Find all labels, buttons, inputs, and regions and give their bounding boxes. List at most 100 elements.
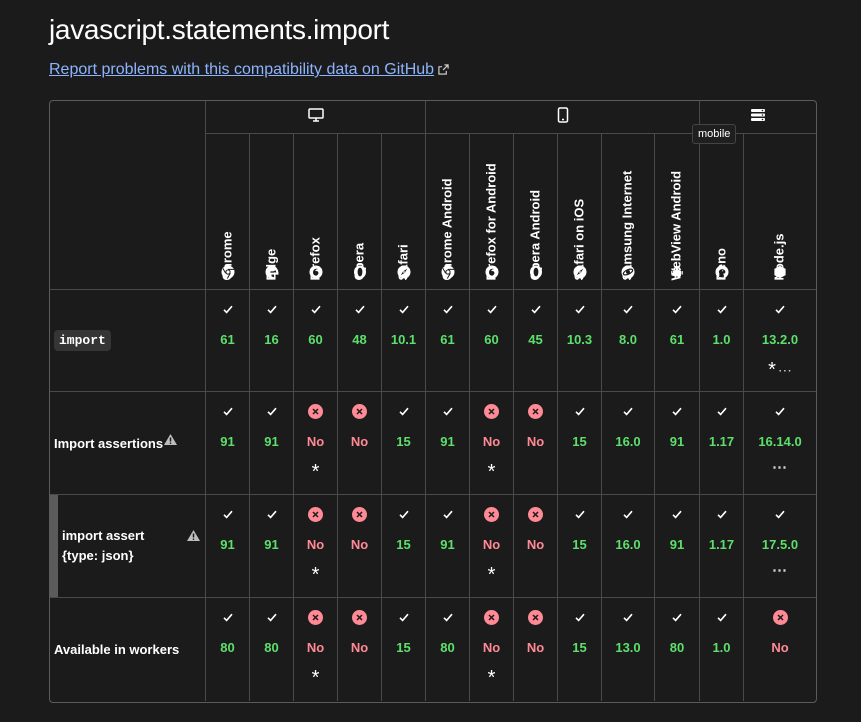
support-cell[interactable]: 61 [205, 289, 249, 391]
check-icon [672, 611, 682, 624]
support-cell[interactable]: 45 [513, 289, 557, 391]
desktop-icon [307, 107, 324, 127]
support-cell[interactable]: 15 [557, 391, 601, 494]
support-cell[interactable]: 91 [654, 391, 699, 494]
report-problems-link[interactable]: Report problems with this compatibility … [49, 61, 449, 79]
support-cell[interactable]: 16.0 [601, 391, 654, 494]
support-cell[interactable]: No [513, 597, 557, 701]
support-cell[interactable]: 13.0 [601, 597, 654, 701]
support-cell[interactable]: No * [469, 494, 513, 597]
support-cell[interactable]: 10.3 [557, 289, 601, 391]
version-label: No [350, 640, 369, 655]
support-cell[interactable]: No * [469, 597, 513, 701]
support-cell[interactable]: 17.5.0 ⋯ [743, 494, 816, 597]
browser-name: Samsung Internet [619, 170, 635, 281]
support-cell[interactable]: 61 [654, 289, 699, 391]
support-cell[interactable]: 1.0 [699, 597, 743, 701]
version-label: 60 [484, 332, 499, 347]
support-cell[interactable]: 13.2.0 * ⋯ [743, 289, 816, 391]
support-cell[interactable]: No [337, 597, 381, 701]
support-cell[interactable]: No [337, 391, 381, 494]
support-cell[interactable]: No * [293, 391, 337, 494]
browser-name: Opera [351, 242, 366, 281]
support-cell[interactable]: 60 [469, 289, 513, 391]
footnote-marker: * [487, 461, 496, 483]
check-icon [530, 303, 541, 316]
support-cell[interactable]: 91 [249, 494, 293, 597]
browser-header-node-js: Node.js [743, 133, 816, 289]
version-label: No [306, 434, 325, 449]
version-label: 16.0 [615, 434, 641, 449]
support-cell[interactable]: 91 [425, 494, 469, 597]
support-cell[interactable]: 60 [293, 289, 337, 391]
support-cell[interactable]: 1.17 [699, 494, 743, 597]
support-cell[interactable]: 91 [205, 391, 249, 494]
cross-icon [528, 610, 543, 625]
footnote-marker: * [311, 461, 320, 483]
check-icon [354, 303, 365, 316]
version-label: 13.2.0 [761, 332, 799, 347]
browser-name: Safari on iOS [571, 198, 586, 281]
support-cell[interactable]: 15 [557, 597, 601, 701]
support-cell[interactable]: No * [293, 494, 337, 597]
version-label: 80 [220, 640, 235, 655]
browser-name: Firefox for Android [483, 163, 498, 281]
check-icon [442, 303, 453, 316]
support-cell[interactable]: No [513, 391, 557, 494]
version-label: 80 [669, 640, 685, 655]
support-cell[interactable]: 91 [654, 494, 699, 597]
subfeature-indicator [50, 495, 58, 597]
support-cell[interactable]: 1.17 [699, 391, 743, 494]
browser-header-webview-android: WebView Android [654, 133, 699, 289]
browser-name: Opera Android [527, 189, 542, 281]
check-icon [623, 611, 633, 624]
check-icon [574, 405, 585, 418]
support-cell[interactable]: 16.14.0 ⋯ [743, 391, 816, 494]
check-icon [398, 405, 409, 418]
support-cell[interactable]: 10.1 [381, 289, 425, 391]
browser-header-chrome: Chrome [205, 133, 249, 289]
support-cell[interactable]: 80 [425, 597, 469, 701]
support-cell[interactable]: 91 [205, 494, 249, 597]
mobile-icon [557, 106, 569, 128]
support-cell[interactable]: 91 [249, 391, 293, 494]
page-title: javascript.statements.import [49, 14, 390, 45]
support-cell[interactable]: No [743, 597, 816, 701]
browser-name-wrap: Chrome Android [438, 136, 458, 281]
browser-name-wrap: Samsung Internet [618, 136, 638, 281]
version-label: 91 [440, 537, 455, 552]
chrome-icon [221, 265, 235, 279]
support-cell[interactable]: 48 [337, 289, 381, 391]
version-label: 45 [528, 332, 543, 347]
support-cell[interactable]: 16.0 [601, 494, 654, 597]
support-cell[interactable]: 80 [205, 597, 249, 701]
check-icon [574, 611, 585, 624]
version-label: No [482, 640, 501, 655]
version-label: 91 [264, 537, 279, 552]
version-label: 91 [669, 434, 685, 449]
version-label: 1.17 [708, 537, 735, 552]
support-cell[interactable]: 91 [425, 391, 469, 494]
support-cell[interactable]: 15 [381, 597, 425, 701]
support-cell[interactable]: 15 [381, 391, 425, 494]
support-cell[interactable]: 1.0 [699, 289, 743, 391]
support-cell[interactable]: No * [469, 391, 513, 494]
check-icon [442, 508, 453, 521]
support-cell[interactable]: 16 [249, 289, 293, 391]
support-cell[interactable]: 80 [654, 597, 699, 701]
footnote-marker: * [311, 564, 320, 586]
support-cell[interactable]: 80 [249, 597, 293, 701]
check-icon [266, 303, 277, 316]
support-cell[interactable]: No [513, 494, 557, 597]
version-label: 17.5.0 [761, 537, 799, 552]
support-cell[interactable]: No * [293, 597, 337, 701]
browser-name: Deno [713, 248, 728, 281]
support-cell[interactable]: No [337, 494, 381, 597]
support-cell[interactable]: 8.0 [601, 289, 654, 391]
support-cell[interactable]: 15 [557, 494, 601, 597]
support-cell[interactable]: 61 [425, 289, 469, 391]
check-icon [442, 405, 453, 418]
server-icon [750, 108, 766, 127]
check-icon [398, 611, 409, 624]
support-cell[interactable]: 15 [381, 494, 425, 597]
